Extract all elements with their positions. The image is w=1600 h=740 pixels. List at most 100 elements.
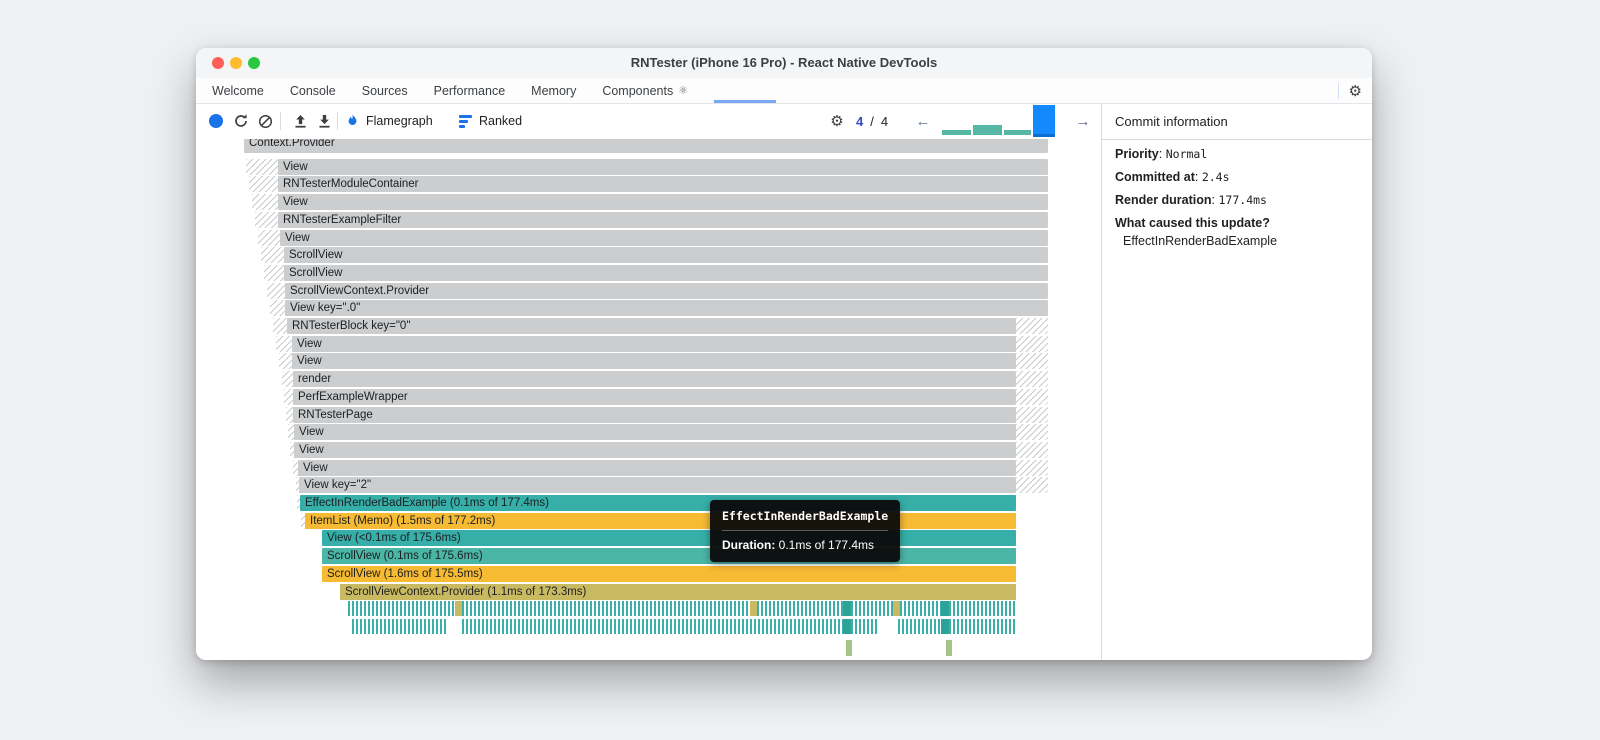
flame-micro-bars[interactable] [352,619,448,634]
commit-bar-3[interactable] [1004,130,1031,135]
flame-bar[interactable]: ScrollView [284,247,1048,263]
tab-profiler[interactable] [714,78,777,103]
flame-bar-tiny[interactable] [946,640,952,656]
tab-flamegraph[interactable]: Flamegraph [346,104,433,138]
commit-bar-4-selected[interactable] [1033,105,1055,137]
block-icon [258,114,272,128]
flame-bar[interactable]: RNTesterBlock key="0" [287,318,1016,334]
chart-settings-gear-icon[interactable]: ⚙ [827,104,847,138]
flame-bar[interactable]: View key="2" [299,477,1016,493]
tab-ranked[interactable]: Ranked [459,104,522,138]
flame-micro-bars[interactable] [462,619,843,634]
commit-bar-1[interactable] [942,130,971,135]
flame-bar-label: View (<0.1ms of 175.6ms) [327,532,461,544]
committed-at-line: Committed at: 2.4s [1115,170,1230,184]
tab-label: Sources [361,83,408,98]
flame-micro-bars[interactable] [843,619,851,634]
flame-micro-bars[interactable] [941,619,949,634]
toolbar-divider [280,112,281,130]
tab-bar: Welcome Console Sources Performance Memory Co… [196,78,1372,104]
flame-bar-label: View [283,196,308,208]
flame-bar[interactable]: View [280,230,1048,246]
flame-bar-label: ScrollView [289,267,343,279]
flame-bar-label: EffectInRenderBadExample (0.1ms of 177.4… [305,497,549,509]
flame-bar[interactable]: ScrollViewContext.Provider [285,283,1048,299]
flame-bar[interactable]: View key=".0" [285,300,1048,316]
flame-micro-bars[interactable] [900,601,941,616]
next-commit-button[interactable]: → [1074,104,1092,138]
download-profile-button[interactable] [312,104,336,138]
did-not-render-hatch [255,212,278,228]
commit-separator: / [870,113,874,129]
flame-bar-label: render [298,373,332,385]
tab-memory[interactable]: Memory [531,78,576,103]
upload-profile-button[interactable] [288,104,312,138]
flame-bar[interactable]: View [278,194,1048,210]
flame-micro-bars[interactable] [941,601,949,616]
flame-bar[interactable]: ScrollView (1.6ms of 175.5ms) [322,566,1016,582]
flame-bar[interactable]: RNTesterExampleFilter [278,212,1048,228]
flame-bar[interactable]: View [292,336,1016,352]
flame-bar[interactable]: RNTesterModuleContainer [278,176,1048,192]
flame-micro-bars[interactable] [851,619,878,634]
flame-bar[interactable]: ScrollView (0.1ms of 175.6ms) [322,548,1016,564]
flame-bar-label: ScrollView (0.1ms of 175.6ms) [327,550,483,562]
flame-bar[interactable]: View [298,460,1016,476]
previous-commit-button[interactable]: ← [914,104,932,138]
flame-bar-label: PerfExampleWrapper [298,391,408,403]
flame-bar[interactable]: RNTesterPage [293,407,1016,423]
tab-components[interactable]: Components ⚛ [602,78,688,103]
flame-micro-bars[interactable] [750,601,757,616]
did-not-render-hatch [1016,389,1048,405]
flame-micro-bars[interactable] [348,601,455,616]
upload-icon [294,114,306,128]
tab-performance[interactable]: Performance [434,78,506,103]
flame-bar[interactable]: View [292,353,1016,369]
clear-profile-button[interactable] [253,104,277,138]
flame-bar[interactable]: View [294,424,1016,440]
flame-micro-bars[interactable] [949,601,1016,616]
flame-bar[interactable]: View [294,442,1016,458]
render-duration-value: 177.4ms [1218,193,1267,207]
settings-gear-icon[interactable]: ⚙ [1349,84,1362,99]
flame-bar[interactable]: ScrollView [284,265,1048,281]
flame-bar[interactable]: render [293,371,1016,387]
flame-bar[interactable]: PerfExampleWrapper [293,389,1016,405]
did-not-render-hatch [246,159,278,175]
did-not-render-hatch [276,336,292,352]
flame-micro-bars[interactable] [898,619,941,634]
tabbar-actions: ⚙ [1337,78,1362,104]
flame-bar-label: Context.Provider [249,139,335,149]
flame-micro-bars[interactable] [843,601,851,616]
title-bar: RNTester (iPhone 16 Pro) - React Native … [196,48,1372,79]
flame-bar[interactable]: ScrollViewContext.Provider (1.1ms of 173… [340,584,1016,600]
flame-micro-bars[interactable] [949,619,1016,634]
flame-micro-bars[interactable] [455,601,462,616]
tab-sources[interactable]: Sources [362,78,408,103]
flame-bar[interactable]: ItemList (Memo) (1.5ms of 177.2ms) [305,513,1016,529]
flame-bar[interactable]: Context.Provider [244,139,1048,153]
flame-bar-tiny[interactable] [846,640,852,656]
did-not-render-hatch [270,300,285,316]
render-duration-label: Render duration [1115,193,1212,207]
update-cause-item[interactable]: EffectInRenderBadExample [1115,234,1360,248]
commit-bar-2[interactable] [973,125,1002,135]
flame-bar[interactable]: EffectInRenderBadExample (0.1ms of 177.4… [300,495,1016,511]
flame-micro-bars[interactable] [893,601,900,616]
tab-welcome[interactable]: Welcome [212,78,264,103]
record-button[interactable] [204,104,228,138]
did-not-render-hatch [1016,318,1048,334]
commit-position: 4 / 4 [856,104,888,138]
did-not-render-hatch [264,265,284,281]
flame-micro-bars[interactable] [757,601,843,616]
did-not-render-hatch [249,176,278,192]
reload-profile-button[interactable] [229,104,253,138]
flame-bar-label: ScrollView [289,249,343,261]
tab-console[interactable]: Console [290,78,336,103]
flame-bar[interactable]: View [278,159,1048,175]
tooltip-duration-label: Duration: [722,538,776,552]
tooltip-duration-value: 0.1ms of 177.4ms [778,538,875,552]
flame-micro-bars[interactable] [851,601,893,616]
flame-bar[interactable]: View (<0.1ms of 175.6ms) [322,530,1016,546]
flame-micro-bars[interactable] [462,601,750,616]
